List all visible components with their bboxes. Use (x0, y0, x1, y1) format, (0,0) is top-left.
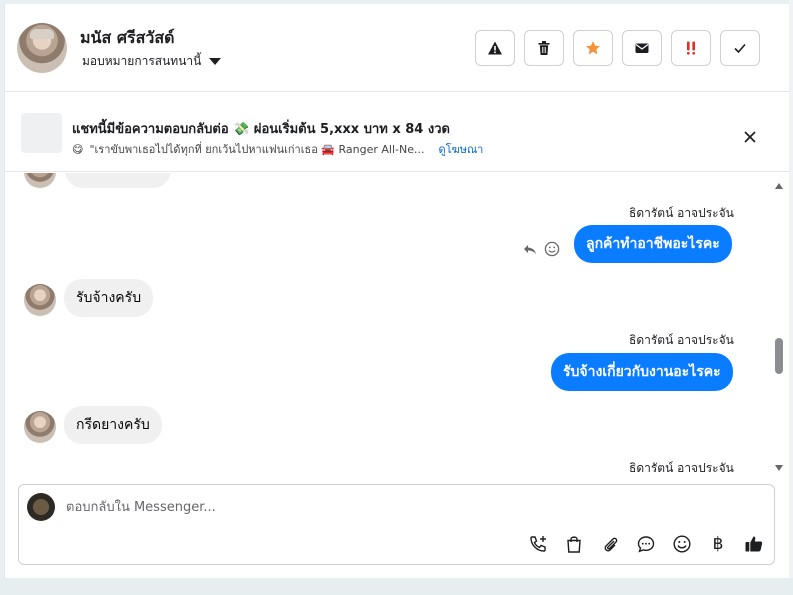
thumbs-up-icon[interactable] (740, 533, 768, 555)
react-emoji-icon[interactable] (544, 241, 560, 257)
conversation-panel: มนัส ศรีสวัสด์ มอบหมายการสนทนานี้ แชทนี้… (4, 4, 790, 578)
message-bubble-incoming[interactable]: รับจ้างครับ (64, 279, 154, 317)
message-thread: ธิดารัตน์ อาจประจัน ลูกค้าทำอาชีพอะไรคะ … (5, 173, 790, 480)
sender-name: ธิดารัตน์ อาจประจัน (629, 461, 734, 475)
mark-done-button[interactable] (720, 30, 760, 66)
message-bubble-incoming (65, 173, 171, 188)
page-background-strip (0, 578, 793, 595)
star-icon (586, 41, 600, 55)
warning-icon (488, 41, 502, 55)
assign-label: มอบหมายการสนทนานี้ (82, 54, 202, 68)
message-bubble-outgoing[interactable]: ลูกค้าทำอาชีพอะไรคะ (574, 225, 732, 263)
star-button[interactable] (573, 30, 613, 66)
message-bubble-incoming[interactable]: กรีดยางครับ (64, 406, 162, 444)
reply-icon[interactable] (522, 241, 538, 257)
view-ad-link[interactable]: ดูโฆษณา (438, 140, 483, 158)
ad-snippet-row: 😋 "เราขับพาเธอไปได้ทุกที่ ยกเว้นไปหาแฟนเ… (72, 140, 483, 158)
composer-toolbar: ฿ (524, 533, 768, 555)
shopping-bag-icon[interactable] (560, 533, 588, 555)
reply-input[interactable] (66, 495, 666, 519)
caret-down-icon (209, 58, 222, 65)
assign-conversation-dropdown[interactable]: มอบหมายการสนทนานี้ (82, 52, 222, 71)
chat-bubble-icon[interactable] (632, 533, 660, 555)
close-icon[interactable] (740, 127, 760, 147)
ad-thumbnail[interactable] (21, 113, 62, 153)
scroll-down-arrow-icon[interactable] (775, 465, 783, 471)
double-exclamation-icon (687, 41, 695, 55)
message-composer: ฿ (18, 484, 775, 565)
sender-name: ธิดารัตน์ อาจประจัน (629, 206, 734, 220)
ad-title: แชทนี้มีข้อความตอบกลับต่อ 💸 ผ่อนเริ่มต้น… (72, 122, 450, 137)
contact-avatar-small (24, 284, 56, 316)
ad-reference-bar: แชทนี้มีข้อความตอบกลับต่อ 💸 ผ่อนเริ่มต้น… (5, 92, 790, 172)
window-edge (789, 0, 793, 578)
ad-snippet: "เราขับพาเธอไปได้ทุกที่ ยกเว้นไปหาแฟนเก่… (89, 143, 425, 156)
report-button[interactable] (475, 30, 515, 66)
emoji-icon[interactable] (668, 533, 696, 555)
header-actions (475, 30, 760, 66)
delete-button[interactable] (524, 30, 564, 66)
envelope-icon (635, 43, 649, 53)
conversation-header: มนัส ศรีสวัสด์ มอบหมายการสนทนานี้ (5, 4, 790, 92)
contact-avatar-small (24, 173, 56, 188)
contact-avatar[interactable] (17, 23, 67, 73)
message-actions (522, 241, 560, 257)
baht-icon[interactable]: ฿ (704, 533, 732, 555)
call-add-icon[interactable] (524, 533, 552, 555)
scrollbar-thumb[interactable] (775, 338, 783, 374)
ad-snippet-emoji: 😋 (72, 142, 84, 156)
mark-important-button[interactable] (671, 30, 711, 66)
mark-unread-button[interactable] (622, 30, 662, 66)
trash-icon (538, 41, 550, 55)
page-avatar (27, 493, 55, 521)
check-icon (734, 43, 746, 54)
sender-name: ธิดารัตน์ อาจประจัน (629, 333, 734, 347)
contact-name[interactable]: มนัส ศรีสวัสด์ (80, 26, 174, 51)
paperclip-icon[interactable] (596, 533, 624, 555)
scroll-up-arrow-icon[interactable] (775, 183, 783, 189)
contact-avatar-small (24, 411, 56, 443)
message-bubble-outgoing[interactable]: รับจ้างเกี่ยวกับงานอะไรคะ (551, 353, 733, 391)
